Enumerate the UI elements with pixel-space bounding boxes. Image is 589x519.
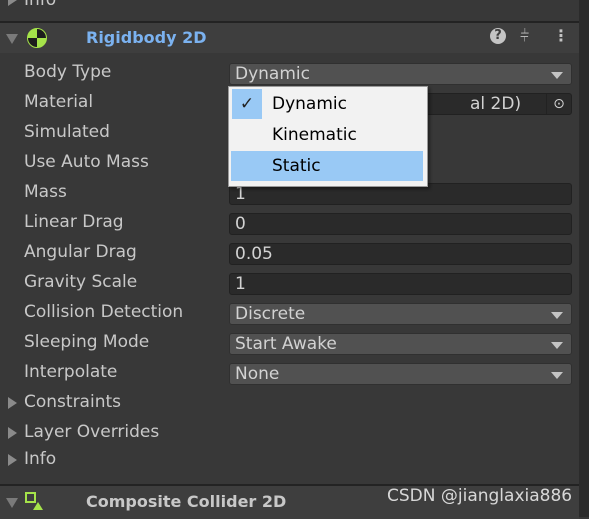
menu-item-kinematic[interactable]: Kinematic	[229, 120, 425, 150]
more-options-icon[interactable]: ⋮	[553, 26, 569, 45]
interpolate-dropdown[interactable]: None	[229, 363, 572, 385]
foldout-arrow-icon[interactable]	[8, 427, 17, 439]
use-auto-mass-label: Use Auto Mass	[24, 152, 149, 172]
foldout-info[interactable]: Info	[24, 449, 56, 469]
mass-label: Mass	[24, 182, 67, 202]
menu-item-label: Kinematic	[272, 125, 357, 145]
composite-collider-icon	[25, 492, 43, 510]
foldout-constraints[interactable]: Constraints	[24, 392, 121, 412]
chevron-down-icon	[551, 312, 563, 319]
body-type-value: Dynamic	[235, 64, 310, 84]
body-type-dropdown[interactable]: Dynamic	[229, 63, 572, 85]
sleeping-mode-dropdown[interactable]: Start Awake	[229, 333, 572, 355]
angular-drag-label: Angular Drag	[24, 242, 137, 262]
checkmark-icon: ✓	[232, 89, 262, 119]
material-label: Material	[24, 92, 94, 112]
gravity-scale-field[interactable]: 1	[229, 273, 572, 295]
body-type-label: Body Type	[24, 62, 112, 82]
component-title: Composite Collider 2D	[86, 492, 287, 511]
watermark: CSDN @jianglaxia886	[387, 486, 573, 506]
menu-item-dynamic[interactable]: ✓ Dynamic	[229, 89, 425, 119]
collision-detection-dropdown[interactable]: Discrete	[229, 303, 572, 325]
chevron-down-icon	[551, 372, 563, 379]
menu-item-static[interactable]: Static	[231, 151, 423, 181]
linear-drag-field[interactable]: 0	[229, 213, 572, 235]
collision-detection-label: Collision Detection	[24, 302, 184, 322]
chevron-down-icon	[551, 72, 563, 79]
foldout-arrow-icon[interactable]	[8, 0, 17, 6]
foldout-arrow-icon[interactable]	[8, 454, 17, 466]
body-type-dropdown-menu: ✓ Dynamic Kinematic Static	[228, 86, 428, 187]
mass-value: 1	[235, 184, 246, 204]
help-icon[interactable]: ?	[490, 28, 506, 44]
presets-icon[interactable]: ⫩	[520, 26, 529, 46]
gravity-scale-label: Gravity Scale	[24, 272, 138, 292]
linear-drag-value: 0	[235, 214, 246, 234]
angular-drag-field[interactable]: 0.05	[229, 243, 572, 265]
material-value: al 2D)	[470, 94, 522, 114]
menu-item-label: Static	[272, 156, 321, 176]
collapse-arrow-icon[interactable]	[6, 34, 18, 44]
chevron-down-icon	[551, 342, 563, 349]
simulated-label: Simulated	[24, 122, 110, 142]
component-title: Rigidbody 2D	[86, 28, 207, 47]
scrollbar[interactable]	[579, 0, 589, 517]
collision-detection-value: Discrete	[235, 304, 306, 324]
interpolate-value: None	[235, 364, 280, 384]
foldout-layer-overrides[interactable]: Layer Overrides	[24, 422, 159, 442]
prev-info-label[interactable]: Info	[24, 0, 56, 10]
linear-drag-label: Linear Drag	[24, 212, 124, 232]
rigidbody-icon	[27, 28, 47, 48]
gravity-scale-value: 1	[235, 274, 246, 294]
object-picker-icon[interactable]: ⊙	[546, 94, 571, 114]
sleeping-mode-value: Start Awake	[235, 334, 337, 354]
collapse-arrow-icon[interactable]	[6, 498, 18, 508]
sleeping-mode-label: Sleeping Mode	[24, 332, 150, 352]
foldout-arrow-icon[interactable]	[8, 397, 17, 409]
interpolate-label: Interpolate	[24, 362, 118, 382]
rigidbody-header[interactable]: Rigidbody 2D ? ⫩ ⋮	[0, 21, 579, 53]
menu-item-label: Dynamic	[272, 94, 347, 114]
angular-drag-value: 0.05	[235, 244, 273, 264]
